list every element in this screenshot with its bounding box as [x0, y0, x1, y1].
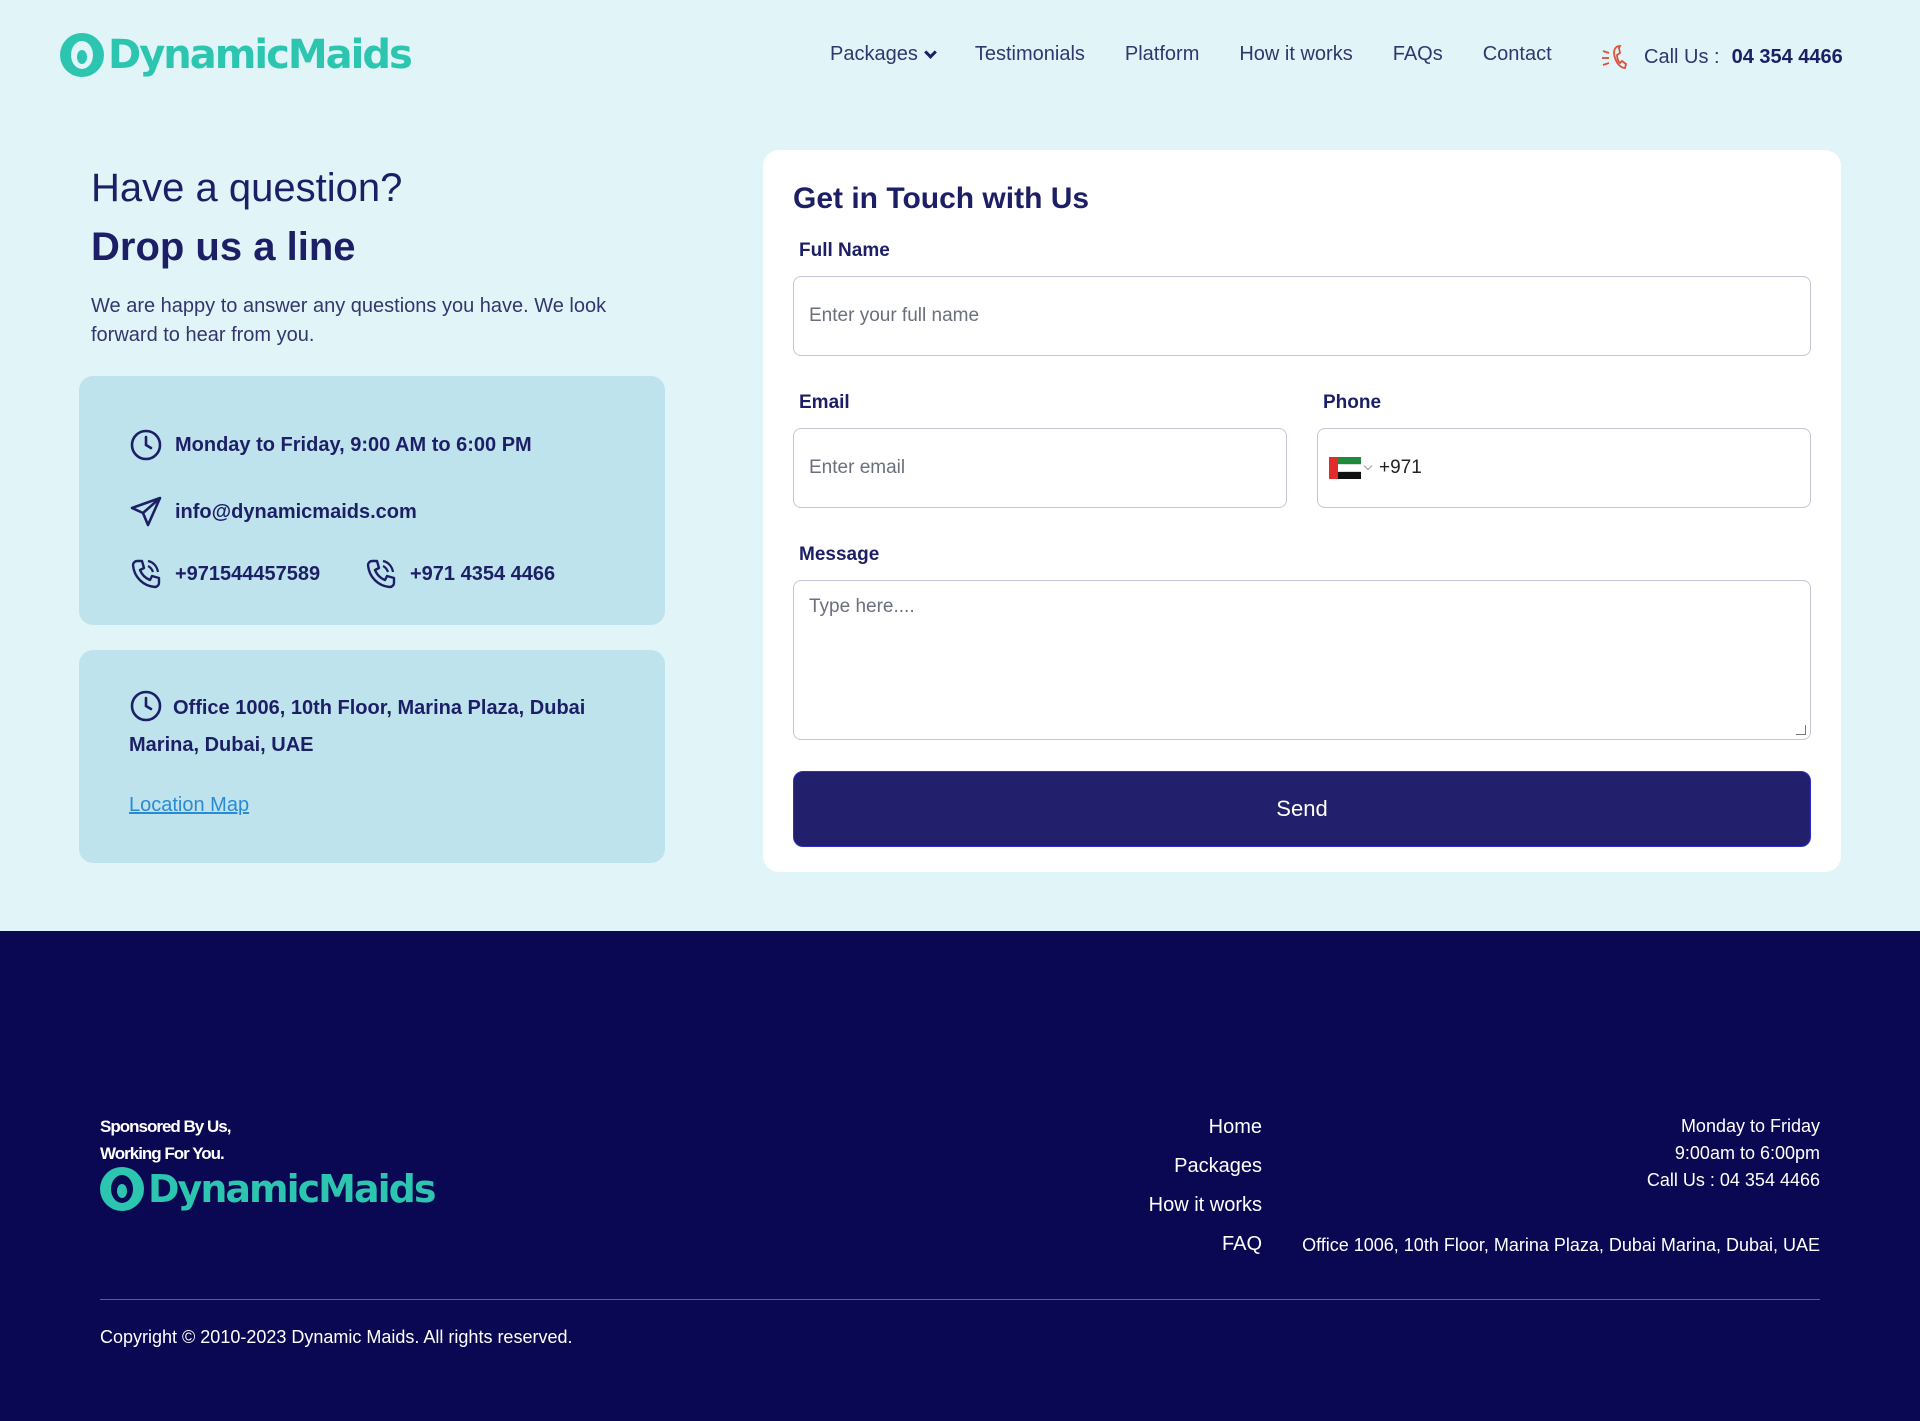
hours-text: Monday to Friday, 9:00 AM to 6:00 PM: [175, 433, 532, 456]
nav-item-testimonials[interactable]: Testimonials: [975, 43, 1085, 66]
call-number: 04 354 4466: [1731, 45, 1843, 68]
phone-input[interactable]: +971: [1317, 428, 1811, 508]
email-text: info@dynamicmaids.com: [175, 500, 417, 523]
footer-logo-text: DynamicMaids: [148, 1167, 436, 1211]
brand-logo[interactable]: DynamicMaids: [60, 32, 413, 78]
country-chevron-icon[interactable]: [1363, 461, 1373, 471]
nav-item-faqs[interactable]: FAQs: [1393, 43, 1443, 66]
intro-text: We are happy to answer any questions you…: [91, 295, 607, 346]
footer-link-packages[interactable]: Packages: [1149, 1154, 1262, 1193]
clock-icon: [130, 429, 162, 461]
logo-mark-icon: [60, 33, 104, 77]
message-label: Message: [799, 544, 880, 565]
intro-question: Have a question?: [91, 166, 403, 210]
phone-label: Phone: [1323, 392, 1382, 413]
footer-link-how-it-works[interactable]: How it works: [1149, 1193, 1262, 1232]
nav-item-contact[interactable]: Contact: [1483, 43, 1552, 66]
logo-mark-icon: [100, 1167, 144, 1211]
phone1-text: +971544457589: [175, 562, 321, 585]
phone-call-icon: [366, 559, 396, 589]
footer-contact: Monday to Friday 9:00am to 6:00pm Call U…: [1647, 1113, 1820, 1194]
nav-item-packages[interactable]: Packages: [830, 43, 937, 66]
location-map-link[interactable]: Location Map: [129, 794, 249, 817]
header-call[interactable]: Call Us : 04 354 4466: [1600, 40, 1843, 74]
resize-handle-icon[interactable]: [1796, 725, 1806, 735]
full-name-input[interactable]: Enter your full name: [793, 276, 1811, 356]
footer-slogan: Sponsored By Us, Working For You.: [100, 1117, 231, 1163]
email-label: Email: [799, 392, 850, 413]
phone2-row[interactable]: +971 4354 4466: [364, 557, 555, 591]
send-button[interactable]: Send: [793, 771, 1811, 847]
clock-icon: [130, 690, 162, 722]
contact-intro: Have a question? Drop us a line We are h…: [91, 166, 671, 350]
ringing-phone-icon: [1602, 45, 1628, 69]
uae-flag-icon[interactable]: [1329, 457, 1361, 480]
footer-hours: 9:00am to 6:00pm: [1674, 1143, 1820, 1163]
form-title: Get in Touch with Us: [793, 182, 1090, 215]
nav-item-how-it-works[interactable]: How it works: [1239, 43, 1352, 66]
full-name-placeholder: Enter your full name: [809, 305, 980, 326]
main-nav: Packages Testimonials Platform How it wo…: [830, 43, 1592, 66]
email-placeholder: Enter email: [809, 457, 906, 478]
chevron-down-icon: [923, 45, 937, 59]
hours-row: Monday to Friday, 9:00 AM to 6:00 PM: [129, 428, 532, 462]
phone2-text: +971 4354 4466: [410, 562, 556, 585]
full-name-label: Full Name: [799, 240, 890, 261]
phone-value: +971: [1379, 457, 1422, 478]
send-plane-icon: [130, 496, 162, 527]
call-label: Call Us :: [1644, 45, 1720, 68]
footer-address: Office 1006, 10th Floor, Marina Plaza, D…: [1302, 1235, 1820, 1255]
copyright: Copyright © 2010-2023 Dynamic Maids. All…: [100, 1327, 573, 1347]
address-text: Office 1006, 10th Floor, Marina Plaza, D…: [129, 697, 586, 756]
footer-divider: [100, 1299, 1820, 1300]
email-row[interactable]: info@dynamicmaids.com: [129, 495, 417, 529]
contact-form: Get in Touch with Us Full Name Enter you…: [763, 150, 1841, 872]
phone1-row[interactable]: +971544457589: [129, 557, 320, 591]
phone-call-icon: [131, 559, 161, 589]
email-input[interactable]: Enter email: [793, 428, 1287, 508]
site-header: DynamicMaids Packages Testimonials Platf…: [0, 0, 1920, 112]
intro-heading: Drop us a line: [91, 225, 356, 269]
site-footer: Sponsored By Us, Working For You. Dynami…: [0, 931, 1920, 1421]
footer-call[interactable]: Call Us : 04 354 4466: [1647, 1167, 1820, 1194]
address-row: Office 1006, 10th Floor, Marina Plaza, D…: [129, 690, 629, 764]
footer-logo[interactable]: DynamicMaids: [100, 1167, 436, 1211]
footer-links: Home Packages How it works FAQ: [1149, 1115, 1262, 1271]
nav-item-platform[interactable]: Platform: [1125, 43, 1199, 66]
logo-text: DynamicMaids: [108, 32, 413, 78]
footer-link-home[interactable]: Home: [1149, 1115, 1262, 1154]
contact-info-card: Monday to Friday, 9:00 AM to 6:00 PM inf…: [79, 376, 665, 625]
address-card: Office 1006, 10th Floor, Marina Plaza, D…: [79, 650, 665, 863]
message-placeholder: Type here....: [809, 596, 915, 617]
footer-link-faq[interactable]: FAQ: [1149, 1232, 1262, 1271]
message-textarea[interactable]: Type here....: [793, 580, 1811, 740]
footer-days: Monday to Friday: [1680, 1116, 1820, 1136]
